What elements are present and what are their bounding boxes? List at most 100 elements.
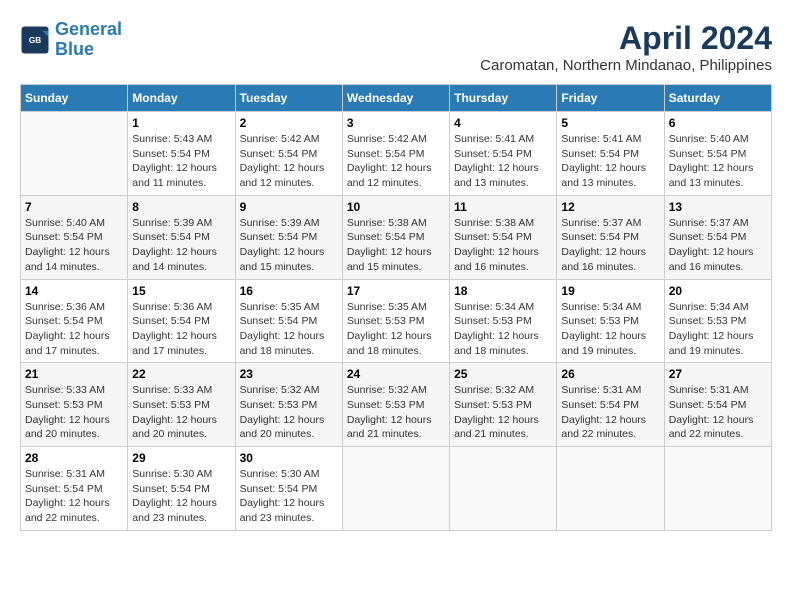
day-info: Sunrise: 5:37 AM Sunset: 5:54 PM Dayligh… (561, 216, 659, 275)
day-info: Sunrise: 5:42 AM Sunset: 5:54 PM Dayligh… (240, 132, 338, 191)
calendar-day-cell: 29 Sunrise: 5:30 AM Sunset: 5:54 PM Dayl… (128, 447, 235, 531)
calendar-day-cell: 8 Sunrise: 5:39 AM Sunset: 5:54 PM Dayli… (128, 195, 235, 279)
day-info: Sunrise: 5:30 AM Sunset: 5:54 PM Dayligh… (240, 467, 338, 526)
calendar-day-cell: 19 Sunrise: 5:34 AM Sunset: 5:53 PM Dayl… (557, 279, 664, 363)
weekday-header: Friday (557, 85, 664, 112)
day-number: 29 (132, 451, 230, 465)
day-info: Sunrise: 5:38 AM Sunset: 5:54 PM Dayligh… (454, 216, 552, 275)
day-info: Sunrise: 5:43 AM Sunset: 5:54 PM Dayligh… (132, 132, 230, 191)
calendar-day-cell: 12 Sunrise: 5:37 AM Sunset: 5:54 PM Dayl… (557, 195, 664, 279)
location: Caromatan, Northern Mindanao, Philippine… (480, 57, 772, 74)
calendar-day-cell: 25 Sunrise: 5:32 AM Sunset: 5:53 PM Dayl… (450, 363, 557, 447)
logo-text: General Blue (55, 20, 122, 60)
day-info: Sunrise: 5:31 AM Sunset: 5:54 PM Dayligh… (25, 467, 123, 526)
day-number: 26 (561, 367, 659, 381)
calendar-day-cell: 7 Sunrise: 5:40 AM Sunset: 5:54 PM Dayli… (21, 195, 128, 279)
day-info: Sunrise: 5:40 AM Sunset: 5:54 PM Dayligh… (669, 132, 767, 191)
day-info: Sunrise: 5:32 AM Sunset: 5:53 PM Dayligh… (240, 383, 338, 442)
calendar-day-cell: 1 Sunrise: 5:43 AM Sunset: 5:54 PM Dayli… (128, 112, 235, 196)
calendar-day-cell: 23 Sunrise: 5:32 AM Sunset: 5:53 PM Dayl… (235, 363, 342, 447)
day-info: Sunrise: 5:31 AM Sunset: 5:54 PM Dayligh… (561, 383, 659, 442)
day-number: 16 (240, 284, 338, 298)
calendar-header-row: SundayMondayTuesdayWednesdayThursdayFrid… (21, 85, 772, 112)
weekday-header: Sunday (21, 85, 128, 112)
calendar-day-cell (21, 112, 128, 196)
day-number: 24 (347, 367, 445, 381)
weekday-header: Saturday (664, 85, 771, 112)
calendar-week-row: 28 Sunrise: 5:31 AM Sunset: 5:54 PM Dayl… (21, 447, 772, 531)
day-number: 30 (240, 451, 338, 465)
calendar-day-cell: 27 Sunrise: 5:31 AM Sunset: 5:54 PM Dayl… (664, 363, 771, 447)
day-info: Sunrise: 5:42 AM Sunset: 5:54 PM Dayligh… (347, 132, 445, 191)
calendar-day-cell: 15 Sunrise: 5:36 AM Sunset: 5:54 PM Dayl… (128, 279, 235, 363)
day-number: 9 (240, 200, 338, 214)
calendar-day-cell: 9 Sunrise: 5:39 AM Sunset: 5:54 PM Dayli… (235, 195, 342, 279)
day-info: Sunrise: 5:35 AM Sunset: 5:54 PM Dayligh… (240, 300, 338, 359)
day-number: 18 (454, 284, 552, 298)
day-info: Sunrise: 5:36 AM Sunset: 5:54 PM Dayligh… (25, 300, 123, 359)
day-info: Sunrise: 5:35 AM Sunset: 5:53 PM Dayligh… (347, 300, 445, 359)
day-number: 8 (132, 200, 230, 214)
calendar-table: SundayMondayTuesdayWednesdayThursdayFrid… (20, 84, 772, 531)
day-number: 23 (240, 367, 338, 381)
day-number: 4 (454, 116, 552, 130)
day-info: Sunrise: 5:34 AM Sunset: 5:53 PM Dayligh… (561, 300, 659, 359)
calendar-day-cell: 16 Sunrise: 5:35 AM Sunset: 5:54 PM Dayl… (235, 279, 342, 363)
day-info: Sunrise: 5:32 AM Sunset: 5:53 PM Dayligh… (454, 383, 552, 442)
day-info: Sunrise: 5:33 AM Sunset: 5:53 PM Dayligh… (132, 383, 230, 442)
day-number: 11 (454, 200, 552, 214)
calendar-day-cell: 17 Sunrise: 5:35 AM Sunset: 5:53 PM Dayl… (342, 279, 449, 363)
day-info: Sunrise: 5:41 AM Sunset: 5:54 PM Dayligh… (561, 132, 659, 191)
weekday-header: Thursday (450, 85, 557, 112)
day-number: 6 (669, 116, 767, 130)
logo-general: General (55, 19, 122, 39)
calendar-day-cell: 2 Sunrise: 5:42 AM Sunset: 5:54 PM Dayli… (235, 112, 342, 196)
calendar-day-cell: 4 Sunrise: 5:41 AM Sunset: 5:54 PM Dayli… (450, 112, 557, 196)
day-info: Sunrise: 5:38 AM Sunset: 5:54 PM Dayligh… (347, 216, 445, 275)
day-number: 3 (347, 116, 445, 130)
calendar-day-cell (557, 447, 664, 531)
calendar-week-row: 1 Sunrise: 5:43 AM Sunset: 5:54 PM Dayli… (21, 112, 772, 196)
day-number: 21 (25, 367, 123, 381)
logo-icon: GB (20, 25, 50, 55)
calendar-day-cell (450, 447, 557, 531)
day-number: 7 (25, 200, 123, 214)
day-number: 2 (240, 116, 338, 130)
day-number: 25 (454, 367, 552, 381)
calendar-day-cell: 20 Sunrise: 5:34 AM Sunset: 5:53 PM Dayl… (664, 279, 771, 363)
calendar-day-cell: 24 Sunrise: 5:32 AM Sunset: 5:53 PM Dayl… (342, 363, 449, 447)
day-number: 20 (669, 284, 767, 298)
calendar-day-cell (342, 447, 449, 531)
weekday-header: Wednesday (342, 85, 449, 112)
day-number: 12 (561, 200, 659, 214)
calendar-day-cell: 21 Sunrise: 5:33 AM Sunset: 5:53 PM Dayl… (21, 363, 128, 447)
calendar-day-cell: 11 Sunrise: 5:38 AM Sunset: 5:54 PM Dayl… (450, 195, 557, 279)
day-info: Sunrise: 5:31 AM Sunset: 5:54 PM Dayligh… (669, 383, 767, 442)
month-title: April 2024 (480, 20, 772, 57)
day-number: 5 (561, 116, 659, 130)
calendar-day-cell: 28 Sunrise: 5:31 AM Sunset: 5:54 PM Dayl… (21, 447, 128, 531)
day-number: 28 (25, 451, 123, 465)
day-number: 17 (347, 284, 445, 298)
calendar-week-row: 7 Sunrise: 5:40 AM Sunset: 5:54 PM Dayli… (21, 195, 772, 279)
day-info: Sunrise: 5:34 AM Sunset: 5:53 PM Dayligh… (669, 300, 767, 359)
day-info: Sunrise: 5:30 AM Sunset: 5:54 PM Dayligh… (132, 467, 230, 526)
calendar-day-cell: 5 Sunrise: 5:41 AM Sunset: 5:54 PM Dayli… (557, 112, 664, 196)
day-number: 19 (561, 284, 659, 298)
day-number: 22 (132, 367, 230, 381)
day-info: Sunrise: 5:39 AM Sunset: 5:54 PM Dayligh… (240, 216, 338, 275)
calendar-day-cell: 30 Sunrise: 5:30 AM Sunset: 5:54 PM Dayl… (235, 447, 342, 531)
day-info: Sunrise: 5:41 AM Sunset: 5:54 PM Dayligh… (454, 132, 552, 191)
calendar-day-cell: 14 Sunrise: 5:36 AM Sunset: 5:54 PM Dayl… (21, 279, 128, 363)
logo-blue: Blue (55, 39, 94, 59)
calendar-day-cell: 18 Sunrise: 5:34 AM Sunset: 5:53 PM Dayl… (450, 279, 557, 363)
calendar-day-cell (664, 447, 771, 531)
weekday-header: Monday (128, 85, 235, 112)
svg-text:GB: GB (29, 36, 41, 45)
day-number: 1 (132, 116, 230, 130)
calendar-week-row: 14 Sunrise: 5:36 AM Sunset: 5:54 PM Dayl… (21, 279, 772, 363)
day-info: Sunrise: 5:39 AM Sunset: 5:54 PM Dayligh… (132, 216, 230, 275)
day-info: Sunrise: 5:40 AM Sunset: 5:54 PM Dayligh… (25, 216, 123, 275)
day-number: 14 (25, 284, 123, 298)
calendar-day-cell: 26 Sunrise: 5:31 AM Sunset: 5:54 PM Dayl… (557, 363, 664, 447)
